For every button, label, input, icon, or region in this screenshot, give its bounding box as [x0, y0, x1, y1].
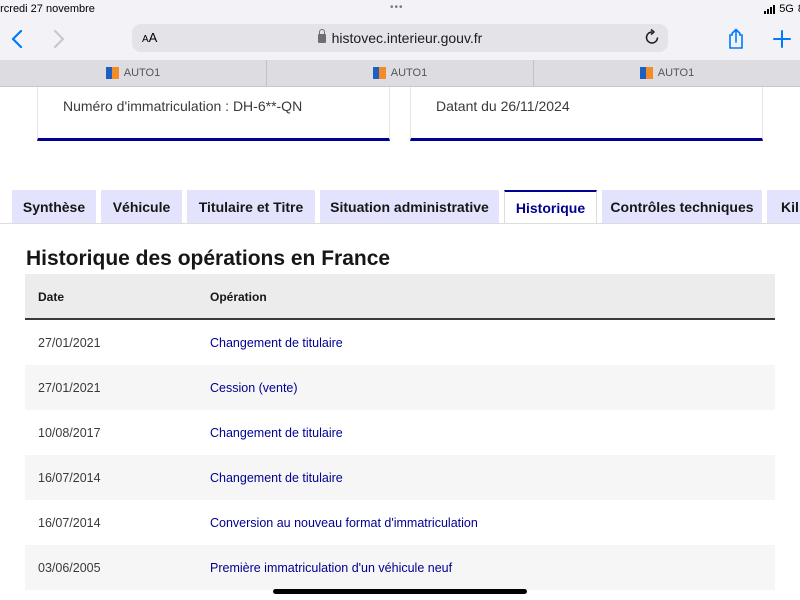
table-row: 10/08/2017 Changement de titulaire	[25, 410, 775, 455]
chevron-right-icon	[53, 30, 65, 48]
report-tabs: Synthèse Véhicule Titulaire et Titre Sit…	[0, 190, 800, 224]
new-tab-button[interactable]	[769, 26, 795, 52]
share-button[interactable]	[723, 26, 749, 52]
row-operation: Cession (vente)	[210, 381, 298, 395]
table-row: 16/07/2014 Changement de titulaire	[25, 455, 775, 500]
row-date: 16/07/2014	[38, 516, 101, 530]
address-bar[interactable]: AA histovec.interieur.gouv.fr	[132, 24, 668, 52]
forward-button[interactable]	[46, 26, 72, 52]
table-row: 16/07/2014 Conversion au nouveau format …	[25, 500, 775, 545]
row-operation: Changement de titulaire	[210, 471, 343, 485]
lock-icon	[317, 29, 326, 43]
table-row: 27/01/2021 Cession (vente)	[25, 365, 775, 410]
web-page: Numéro d'immatriculation : DH-6**-QN Dat…	[0, 87, 800, 600]
section-title: Historique des opérations en France	[26, 247, 391, 270]
browser-tab[interactable]: AUTO1	[0, 60, 267, 86]
browser-tab-label: AUTO1	[123, 67, 161, 79]
row-operation: Changement de titulaire	[210, 426, 343, 440]
row-operation: Changement de titulaire	[210, 336, 343, 350]
table-row: 03/06/2005 Première immatriculation d'un…	[25, 545, 775, 590]
report-date-text: Datant du 26/11/2024	[436, 98, 570, 114]
tab-controles-techniques[interactable]: Contrôles techniques	[602, 190, 762, 223]
browser-tab-bar: AUTO1 AUTO1 AUTO1	[0, 60, 800, 87]
row-date: 10/08/2017	[38, 426, 101, 440]
network-label: 5G	[779, 3, 794, 15]
row-date: 27/01/2021	[38, 336, 101, 350]
auto1-favicon-icon	[105, 67, 119, 79]
browser-tab-label: AUTO1	[657, 67, 695, 79]
tab-kilometrage[interactable]: Kil	[767, 190, 800, 223]
browser-tab-label: AUTO1	[390, 67, 428, 79]
table-header: Date Opération	[25, 274, 775, 320]
reload-button[interactable]	[644, 28, 660, 51]
column-header-operation: Opération	[210, 290, 267, 304]
status-date: ercredi 27 novembre	[0, 3, 95, 15]
row-date: 16/07/2014	[38, 471, 101, 485]
immatriculation-text: Numéro d'immatriculation : DH-6**-QN	[63, 98, 303, 114]
row-operation: Première immatriculation d'un véhicule n…	[210, 561, 453, 575]
browser-tab[interactable]: AUTO1	[534, 60, 800, 86]
row-date: 27/01/2021	[38, 381, 101, 395]
report-date-card: Datant du 26/11/2024	[410, 87, 763, 141]
multitasking-dots[interactable]: •••	[390, 2, 404, 13]
history-table: Date Opération 27/01/2021 Changement de …	[25, 274, 775, 590]
table-row: 27/01/2021 Changement de titulaire	[25, 320, 775, 365]
table-body: 27/01/2021 Changement de titulaire 27/01…	[25, 320, 775, 590]
url-text: histovec.interieur.gouv.fr	[331, 30, 483, 46]
plus-icon	[773, 30, 791, 48]
home-indicator[interactable]	[273, 589, 527, 594]
share-icon	[729, 28, 743, 49]
tab-vehicule[interactable]: Véhicule	[101, 190, 182, 223]
browser-tab[interactable]: AUTO1	[267, 60, 534, 86]
row-date: 03/06/2005	[38, 561, 101, 575]
status-bar: ercredi 27 novembre ••• 5G 8	[0, 0, 800, 20]
status-indicators: 5G 8	[764, 3, 800, 15]
tabs-divider	[0, 223, 800, 224]
signal-icon	[764, 4, 776, 14]
tab-situation-administrative[interactable]: Situation administrative	[320, 190, 499, 223]
column-header-date: Date	[38, 290, 65, 304]
url-display[interactable]: histovec.interieur.gouv.fr	[132, 29, 668, 46]
browser-toolbar: AA histovec.interieur.gouv.fr	[0, 20, 800, 60]
back-button[interactable]	[4, 26, 30, 52]
tab-titulaire-et-titre[interactable]: Titulaire et Titre	[187, 190, 315, 223]
immatriculation-card: Numéro d'immatriculation : DH-6**-QN	[37, 87, 390, 141]
auto1-favicon-icon	[372, 67, 386, 79]
chevron-left-icon	[11, 30, 23, 48]
auto1-favicon-icon	[639, 67, 653, 79]
tab-synthese[interactable]: Synthèse	[12, 190, 96, 223]
tab-historique[interactable]: Historique	[504, 190, 597, 224]
row-operation: Conversion au nouveau format d'immatricu…	[210, 516, 478, 530]
reload-icon	[645, 28, 659, 44]
